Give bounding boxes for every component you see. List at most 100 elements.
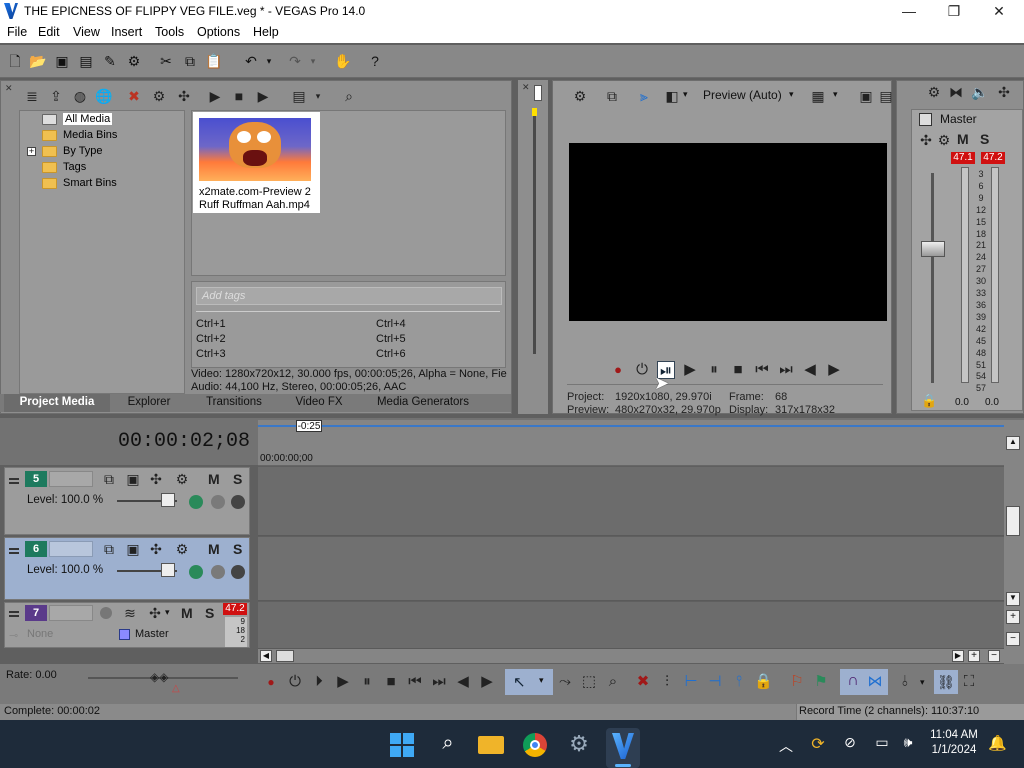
stop-icon[interactable]: ■ — [382, 673, 400, 691]
track-name-field[interactable] — [49, 471, 93, 487]
arm-record-icon[interactable] — [100, 607, 112, 619]
search-icon[interactable]: ⌕ — [340, 87, 358, 105]
menu-insert[interactable]: Insert — [111, 25, 142, 39]
zoom-out-icon[interactable]: − — [1006, 632, 1020, 646]
whats-this-help-icon[interactable]: ? — [366, 52, 384, 70]
mute-button[interactable]: M — [208, 471, 220, 487]
redo-dropdown-icon[interactable]: ▾ — [308, 52, 318, 70]
master-fx-gear-icon[interactable]: ⚙ — [935, 131, 953, 149]
track-collapse-icon[interactable] — [9, 478, 19, 480]
ruler-marker[interactable]: -0:25 — [296, 420, 322, 432]
tree-tags[interactable]: Tags — [42, 159, 86, 175]
vegas-taskbar-item[interactable] — [606, 728, 640, 768]
h-zoom-in-icon[interactable]: + — [968, 650, 980, 662]
tab-transitions[interactable]: Transitions — [190, 394, 278, 412]
lock-envelopes-icon[interactable]: 🔒 — [754, 673, 773, 691]
track-peak[interactable]: 47.2 — [223, 603, 247, 615]
track-motion-icon[interactable]: ⧉ — [100, 540, 118, 558]
track-header-6[interactable]: 6 ⧉ ▣ ✣ ⚙ M S Level: 100.0 % — [4, 537, 250, 600]
track-name-field[interactable] — [49, 605, 93, 621]
undo-dropdown-icon[interactable]: ▾ — [264, 52, 274, 70]
selection-tool-icon[interactable]: ⬚ — [580, 673, 598, 691]
track-collapse-icon[interactable] — [9, 611, 19, 613]
scroll-right-icon[interactable]: ▶ — [952, 650, 964, 662]
edit-tool-selector[interactable]: ↖ ▾ — [505, 669, 553, 695]
loop-icon[interactable]: ⏻ — [286, 673, 304, 691]
trim-start-icon[interactable]: ⊢ — [682, 673, 700, 691]
views-icon[interactable]: ▤ — [290, 87, 308, 105]
settings-gear-icon[interactable]: ⚙ — [566, 731, 592, 757]
tags-input[interactable]: Add tags — [196, 287, 502, 305]
menu-file[interactable]: File — [7, 25, 27, 39]
solo-button[interactable]: S — [205, 605, 214, 621]
volume-icon[interactable]: 🕪 — [898, 734, 918, 754]
play-icon[interactable]: ▶ — [681, 361, 699, 379]
timeline-ruler[interactable]: -0:25 00:00:00;00 ⚑ — [258, 420, 1024, 466]
auto-ripple-icon[interactable]: ⫰ — [896, 673, 914, 691]
track-header-7[interactable]: 7 ≋ ✣ ▾ M S 47.2 9 18 2 ⊸ None Master — [4, 602, 250, 648]
dim-output-icon[interactable]: 🔈 — [971, 83, 989, 101]
track-fx-icon[interactable]: ▣ — [124, 470, 142, 488]
master-fader-handle[interactable] — [921, 241, 945, 257]
track-input[interactable]: None — [27, 628, 53, 640]
split-dropdown-icon[interactable]: ▾ — [683, 89, 688, 100]
edit-tool-icon[interactable]: ✋ — [334, 52, 352, 70]
track-lane-6[interactable] — [258, 537, 1004, 601]
composite-child-icon[interactable] — [211, 565, 225, 579]
import-media-icon[interactable]: ⇪ — [47, 87, 65, 105]
trim-icon[interactable]: ⫶ — [658, 673, 676, 691]
master-pan-icon[interactable]: ✣ — [917, 131, 935, 149]
loop-region-bar[interactable] — [258, 425, 1004, 427]
redo-icon[interactable]: ↷ — [286, 52, 304, 70]
previous-frame-icon[interactable]: ◀ — [454, 673, 472, 691]
h-scroll-thumb[interactable] — [276, 650, 294, 662]
overlays-grid-icon[interactable]: ▦ — [809, 87, 827, 105]
track-gear-icon[interactable]: ⚙ — [173, 540, 191, 558]
play-icon[interactable]: ▶ — [334, 673, 352, 691]
level-slider-thumb[interactable] — [161, 563, 175, 577]
solo-button[interactable]: S — [233, 471, 242, 487]
tab-media-generators[interactable]: Media Generators — [360, 394, 486, 412]
peak-right[interactable]: 47.2 — [981, 152, 1005, 164]
tree-all-media[interactable]: All Media — [42, 111, 113, 127]
make-compositing-parent-icon[interactable] — [231, 495, 245, 509]
stop-icon[interactable]: ■ — [230, 87, 248, 105]
notifications-bell-icon[interactable]: 🔔 — [988, 734, 1007, 754]
close-button[interactable]: ✕ — [976, 0, 1022, 23]
peak-left[interactable]: 47.1 — [951, 152, 975, 164]
menu-view[interactable]: View — [73, 25, 100, 39]
zoom-tool-icon[interactable]: ⌕ — [604, 673, 622, 691]
menu-tools[interactable]: Tools — [155, 25, 184, 39]
composite-icon[interactable] — [189, 565, 203, 579]
copy-icon[interactable]: ⧉ — [181, 52, 199, 70]
next-frame-icon[interactable]: ▶ — [478, 673, 496, 691]
expand-toggle[interactable]: + — [27, 147, 36, 156]
save-as-icon[interactable]: ▤ — [77, 52, 95, 70]
shortcut-ctrl4[interactable]: Ctrl+4 — [376, 318, 406, 330]
go-to-start-icon[interactable]: ⏮ — [753, 361, 771, 379]
track-motion-icon[interactable]: ⧉ — [100, 470, 118, 488]
track-fx-icon[interactable]: ▣ — [124, 540, 142, 558]
lock-envelopes-to-events-icon[interactable]: ⛓ — [934, 670, 958, 694]
mute-button[interactable]: M — [181, 605, 193, 621]
get-media-web-icon[interactable]: 🌐 — [95, 87, 113, 105]
ripple-dropdown-icon[interactable]: ▾ — [920, 677, 925, 688]
scroll-down-icon[interactable]: ▼ — [1006, 592, 1020, 606]
go-to-end-icon[interactable]: ⏭ — [777, 361, 795, 379]
scroll-thumb[interactable] — [1006, 506, 1020, 536]
preview-properties-icon[interactable]: ⚙ — [571, 87, 589, 105]
track-pan-icon[interactable]: ✣ — [146, 604, 164, 622]
edit-tool-dropdown-icon[interactable]: ▾ — [539, 675, 544, 686]
track-lane-5[interactable] — [258, 467, 1004, 536]
master-properties-icon[interactable]: ⚙ — [925, 83, 943, 101]
h-zoom-out-icon[interactable]: − — [988, 650, 1000, 662]
timeline-horizontal-scrollbar[interactable]: ◀ ▶ + − — [258, 649, 1004, 663]
cut-icon[interactable]: ✂ — [157, 52, 175, 70]
network-icon[interactable]: ⊘ — [840, 734, 860, 754]
downmix-icon[interactable]: ⧓ — [947, 83, 965, 101]
preview-quality-dropdown[interactable]: Preview (Auto) — [703, 88, 782, 102]
master-fx-icon[interactable]: ✣ — [995, 83, 1013, 101]
menu-edit[interactable]: Edit — [38, 25, 60, 39]
track-gear-icon[interactable]: ⚙ — [173, 470, 191, 488]
capture-icon[interactable]: ◍ — [71, 87, 89, 105]
